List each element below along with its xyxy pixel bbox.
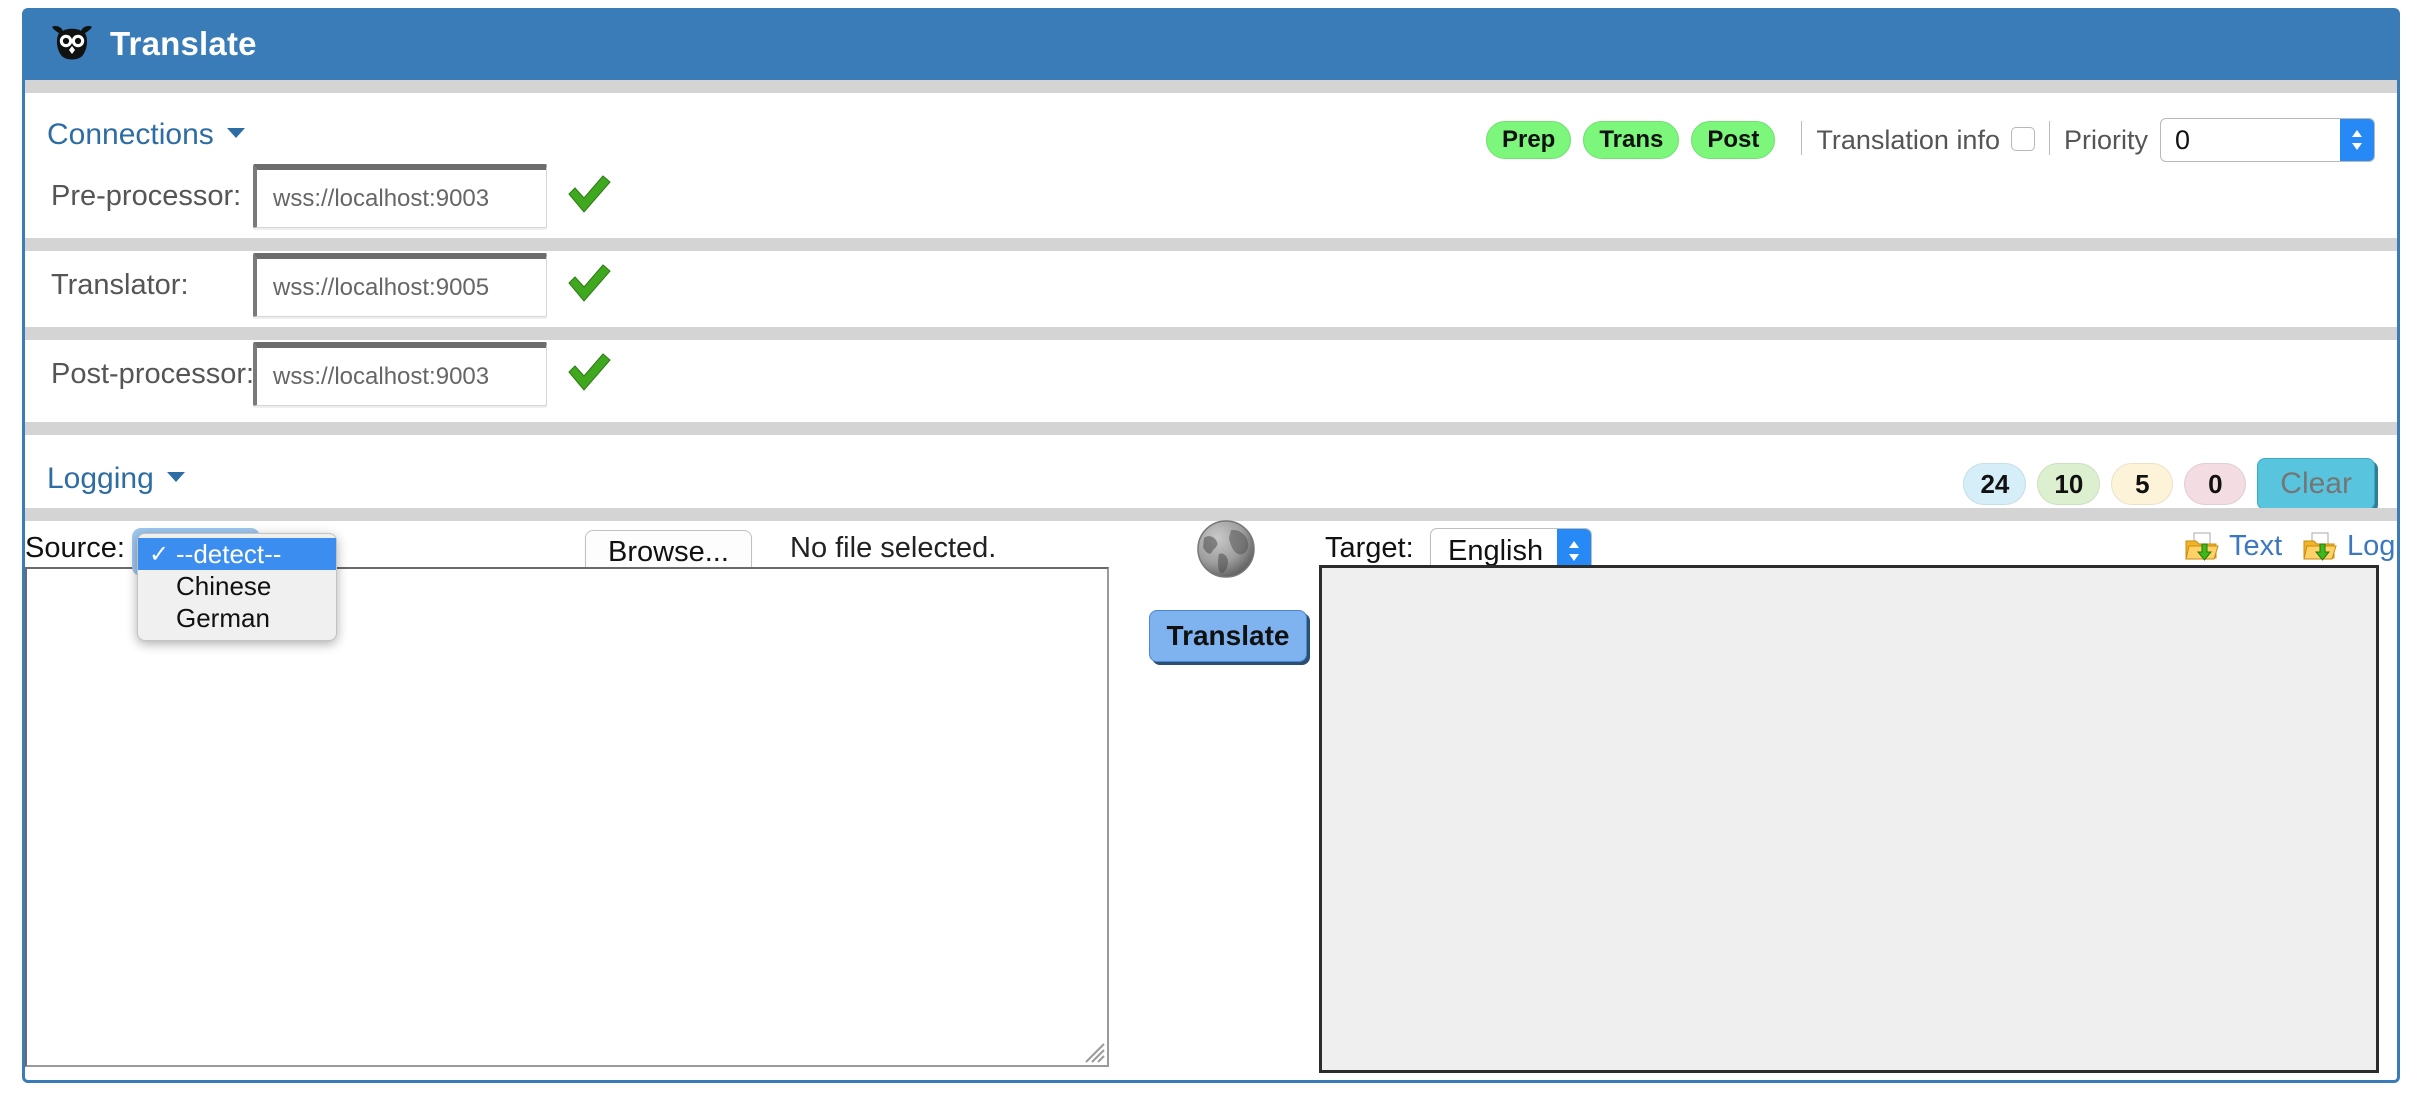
file-status-text: No file selected. (790, 532, 997, 564)
dropdown-option-chinese[interactable]: Chinese (138, 570, 336, 602)
target-text-value (1322, 568, 2376, 588)
separator-translator (25, 327, 2397, 340)
logging-section-header[interactable]: Logging (47, 462, 185, 496)
translator-label: Translator: (51, 269, 189, 301)
status-pill-trans[interactable]: Trans (1583, 121, 1680, 159)
toolbar-divider-1 (1801, 121, 1803, 155)
connections-section-label: Connections (47, 118, 214, 151)
source-label: Source: (25, 532, 125, 564)
folder-download-icon-log (2303, 532, 2347, 562)
status-pill-post[interactable]: Post (1691, 121, 1776, 159)
postprocessor-label: Post-processor: (51, 358, 255, 390)
priority-stepper[interactable]: 0 (2160, 118, 2375, 162)
preprocessor-url-input[interactable]: wss://localhost:9003 (253, 164, 547, 228)
connections-toolbar: Prep Trans Post Translation info Priorit… (1485, 118, 2375, 162)
priority-spinner-icon[interactable] (2340, 119, 2374, 161)
log-badge-total[interactable]: 24 (1963, 463, 2027, 505)
separator-top (25, 80, 2397, 93)
postprocessor-url-value: wss://localhost:9003 (273, 362, 490, 390)
main-panel: Connections Prep Trans Post Translation … (22, 80, 2400, 1083)
translation-info-checkbox[interactable] (2010, 127, 2035, 151)
owl-icon (50, 24, 94, 64)
priority-label: Priority (2063, 124, 2148, 155)
translate-app-window: Translate Connections Prep Trans Post Tr… (0, 0, 2422, 1102)
target-label: Target: (1325, 532, 1414, 564)
download-text-label: Text (2229, 530, 2283, 562)
preprocessor-url-value: wss://localhost:9003 (273, 184, 490, 212)
green-check-icon-postprocessor (565, 350, 613, 394)
dropdown-option-german[interactable]: German (138, 602, 336, 634)
logging-section-label: Logging (47, 462, 154, 495)
globe-icon (1195, 518, 1257, 580)
source-textarea[interactable] (25, 567, 1109, 1067)
source-textarea-resize-handle[interactable] (1083, 1041, 1105, 1063)
postprocessor-url-input[interactable]: wss://localhost:9003 (253, 342, 547, 406)
download-log-label: Log (2347, 530, 2396, 562)
chevron-down-icon (226, 128, 245, 139)
chevron-down-icon-logging (166, 472, 185, 483)
log-badge-info[interactable]: 10 (2037, 463, 2101, 505)
priority-value: 0 (2175, 124, 2191, 155)
connections-section-header[interactable]: Connections (47, 118, 245, 152)
separator-connections-bottom (25, 422, 2397, 435)
title-bar: Translate (22, 8, 2400, 80)
status-pill-prep[interactable]: Prep (1485, 121, 1572, 159)
translator-url-value: wss://localhost:9005 (273, 273, 490, 301)
check-icon: ✓ (148, 540, 170, 568)
clear-log-button[interactable]: Clear (2257, 458, 2375, 510)
green-check-icon-preprocessor (565, 172, 613, 216)
connection-row-preprocessor: Pre-processor: wss://localhost:9003 (25, 162, 2397, 238)
preprocessor-label: Pre-processor: (51, 180, 242, 212)
toolbar-divider-2 (2048, 121, 2050, 155)
translator-url-input[interactable]: wss://localhost:9005 (253, 253, 547, 317)
dropdown-option-detect[interactable]: ✓ --detect-- (138, 538, 336, 570)
translation-info-label: Translation info (1816, 124, 2000, 155)
source-language-dropdown-menu[interactable]: ✓ --detect-- Chinese German (137, 533, 337, 641)
download-text-link[interactable]: Text (2185, 530, 2282, 563)
download-log-link[interactable]: Log (2303, 530, 2395, 563)
log-badge-error[interactable]: 0 (2184, 463, 2247, 505)
logging-toolbar: 24 10 5 0 Clear (1963, 458, 2375, 510)
green-check-icon-translator (565, 261, 613, 305)
log-badge-warning[interactable]: 5 (2111, 463, 2174, 505)
connection-row-postprocessor: Post-processor: wss://localhost:9003 (25, 340, 2397, 416)
target-language-value: English (1448, 534, 1544, 567)
app-title: Translate (110, 25, 257, 62)
target-textarea[interactable] (1319, 565, 2379, 1073)
separator-preprocessor (25, 238, 2397, 251)
translate-button[interactable]: Translate (1149, 610, 1307, 662)
connection-row-translator: Translator: wss://localhost:9005 (25, 251, 2397, 327)
folder-download-icon-text (2185, 532, 2229, 562)
